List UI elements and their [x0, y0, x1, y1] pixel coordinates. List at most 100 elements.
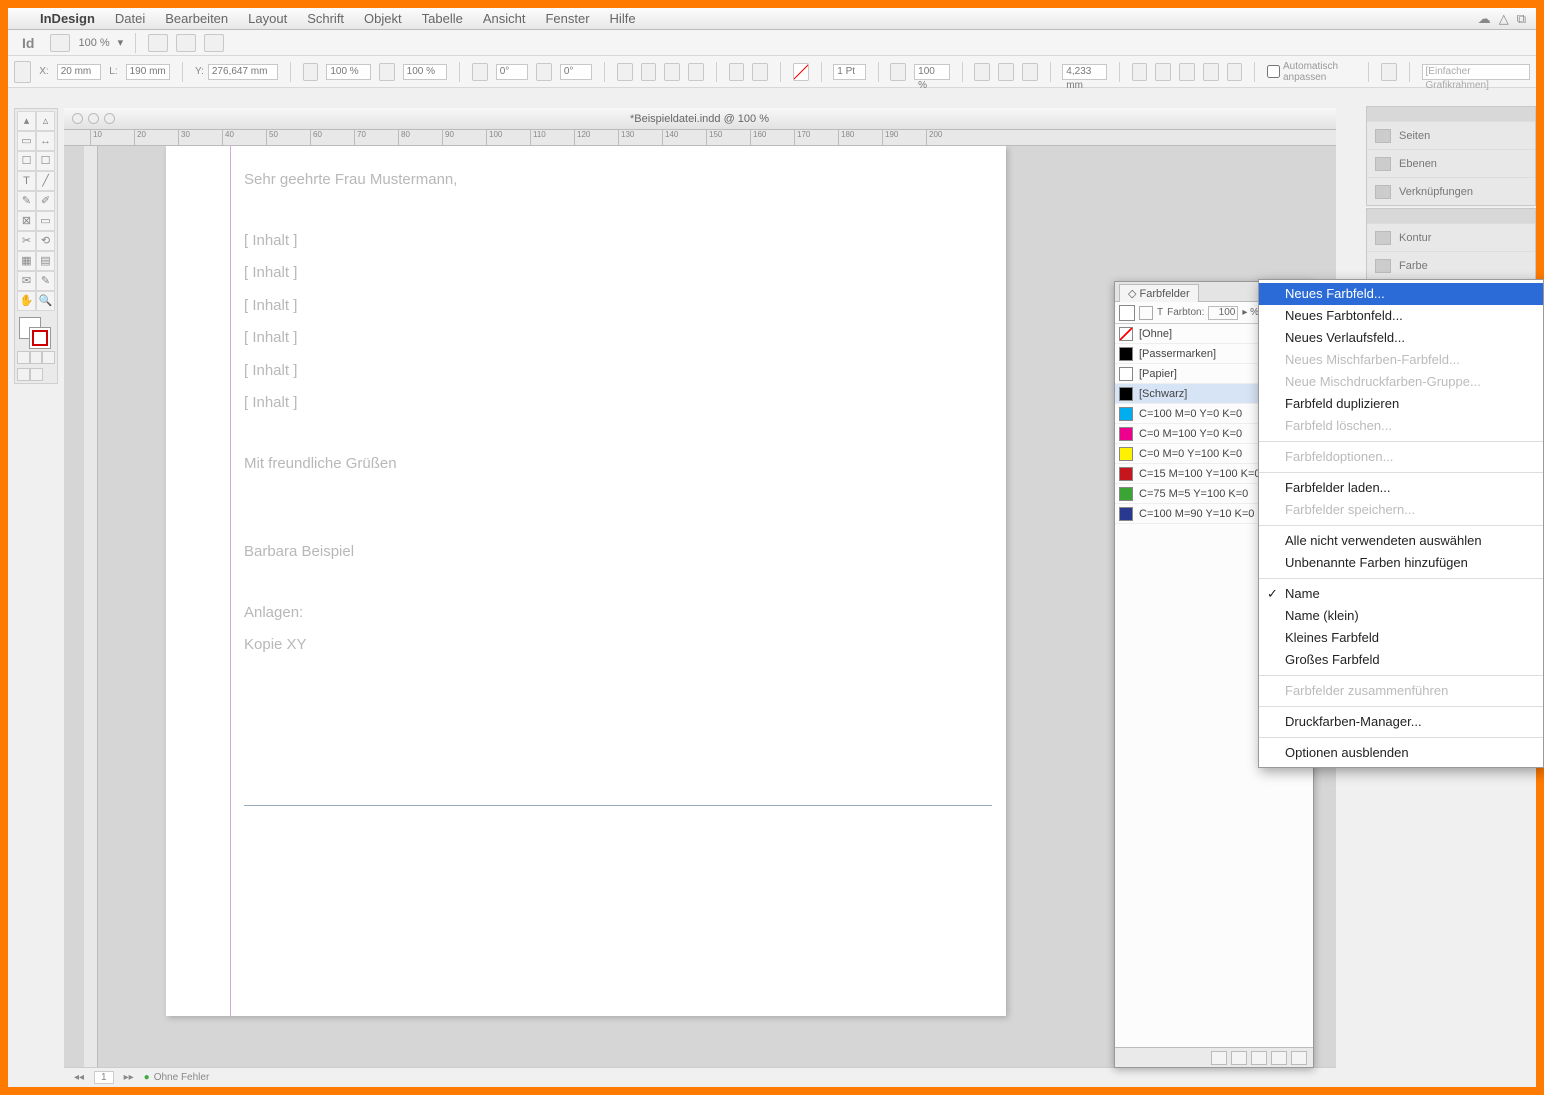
window-zoom-button[interactable] — [104, 113, 115, 124]
object-format-icon[interactable] — [1139, 306, 1153, 320]
menu-ansicht[interactable]: Ansicht — [473, 11, 536, 26]
window-close-button[interactable] — [72, 113, 83, 124]
normal-mode-button[interactable] — [17, 368, 30, 381]
delete-swatch-button[interactable] — [1291, 1051, 1307, 1065]
selection-tool[interactable]: ▴ — [17, 111, 36, 131]
apply-color-button[interactable] — [17, 351, 30, 364]
effects-button[interactable] — [890, 63, 906, 81]
text-format-icon[interactable]: T — [1157, 307, 1163, 318]
auto-fit-checkbox[interactable]: Automatisch anpassen — [1267, 61, 1356, 83]
flip-h-button[interactable] — [664, 63, 680, 81]
wrap-none-button[interactable] — [974, 63, 990, 81]
tray-sync-icon[interactable]: △ — [1499, 11, 1509, 27]
show-all-swatches-button[interactable] — [1211, 1051, 1227, 1065]
shear-field[interactable]: 0° — [560, 64, 592, 80]
menu-item[interactable]: Neues Verlaufsfeld... — [1259, 327, 1543, 349]
page[interactable]: Sehr geehrte Frau Mustermann, [ Inhalt ]… — [166, 146, 1006, 1016]
page-number-field[interactable]: 1 — [94, 1071, 114, 1084]
new-swatch-button[interactable] — [1271, 1051, 1287, 1065]
screen-mode-button[interactable] — [176, 34, 196, 52]
x-field[interactable]: 20 mm — [57, 64, 102, 80]
show-color-swatches-button[interactable] — [1231, 1051, 1247, 1065]
show-gradient-swatches-button[interactable] — [1251, 1051, 1267, 1065]
menu-item[interactable]: Großes Farbfeld — [1259, 649, 1543, 671]
app-name-menu[interactable]: InDesign — [30, 11, 105, 26]
preview-mode-button[interactable] — [30, 368, 43, 381]
menu-tabelle[interactable]: Tabelle — [412, 11, 473, 26]
menu-item[interactable]: Farbfelder laden... — [1259, 477, 1543, 499]
menu-schrift[interactable]: Schrift — [297, 11, 354, 26]
stroke-weight-field[interactable]: 1 Pt — [833, 64, 865, 80]
scissors-tool[interactable]: ✂ — [17, 231, 36, 251]
bridge-button[interactable] — [50, 34, 70, 52]
rotate-field[interactable]: 0° — [496, 64, 528, 80]
menu-datei[interactable]: Datei — [105, 11, 155, 26]
gap-field[interactable]: 4,233 mm — [1062, 64, 1107, 80]
pencil-tool[interactable]: ✐ — [36, 191, 55, 211]
menu-layout[interactable]: Layout — [238, 11, 297, 26]
fit-content-button[interactable] — [1132, 63, 1148, 81]
window-minimize-button[interactable] — [88, 113, 99, 124]
panel-verknuepfungen[interactable]: Verknüpfungen — [1367, 177, 1535, 205]
flip-v-button[interactable] — [688, 63, 704, 81]
object-style-field[interactable]: [Einfacher Grafikrahmen] — [1422, 64, 1531, 80]
menu-fenster[interactable]: Fenster — [535, 11, 599, 26]
zoom-tool[interactable]: 🔍 — [36, 291, 55, 311]
type-tool[interactable]: T — [17, 171, 36, 191]
rotate-ccw-button[interactable] — [641, 63, 657, 81]
transform-tool[interactable]: ⟲ — [36, 231, 55, 251]
menu-item[interactable]: Druckfarben-Manager... — [1259, 711, 1543, 733]
tint-field[interactable]: 100 — [1208, 306, 1238, 320]
y-field[interactable]: 276,647 mm — [208, 64, 278, 80]
line-tool[interactable]: ╱ — [36, 171, 55, 191]
apply-none-button[interactable] — [42, 351, 55, 364]
hand-tool[interactable]: ✋ — [17, 291, 36, 311]
wrap-bbox-button[interactable] — [998, 63, 1014, 81]
pen-tool[interactable]: ✎ — [17, 191, 36, 211]
menu-item[interactable]: Neues Farbfeld... — [1259, 283, 1543, 305]
menu-bearbeiten[interactable]: Bearbeiten — [155, 11, 238, 26]
fit-frame-button[interactable] — [1155, 63, 1171, 81]
rectangle-frame-tool[interactable]: ⊠ — [17, 211, 36, 231]
menu-item[interactable]: Name — [1259, 583, 1543, 605]
note-tool[interactable]: ✉ — [17, 271, 36, 291]
tray-dropbox-icon[interactable]: ⧉ — [1517, 11, 1526, 27]
horizontal-ruler[interactable]: 1020304050607080901001101201301401501601… — [64, 130, 1336, 146]
zoom-field[interactable]: 100 % — [78, 37, 109, 49]
fill-stroke-toggle[interactable] — [1119, 305, 1135, 321]
menu-item[interactable]: Kleines Farbfeld — [1259, 627, 1543, 649]
fill-prop-button[interactable] — [1203, 63, 1219, 81]
w-field[interactable]: 190 mm — [126, 64, 171, 80]
menu-item[interactable]: Unbenannte Farben hinzufügen — [1259, 552, 1543, 574]
arrange-button[interactable] — [204, 34, 224, 52]
menu-item[interactable]: Alle nicht verwendeten auswählen — [1259, 530, 1543, 552]
swatches-tab[interactable]: ◇ Farbfelder — [1119, 284, 1199, 302]
opacity-field[interactable]: 100 % — [914, 64, 949, 80]
gap-tool[interactable]: ↔ — [36, 131, 55, 151]
fill-swatch[interactable] — [793, 63, 809, 81]
content-select-button[interactable] — [752, 63, 768, 81]
page-tool[interactable]: ▭ — [17, 131, 36, 151]
fill-stroke-swap[interactable] — [17, 315, 55, 349]
menu-item[interactable]: Farbfeld duplizieren — [1259, 393, 1543, 415]
direct-selection-tool[interactable]: ▵ — [36, 111, 55, 131]
rotate-cw-button[interactable] — [617, 63, 633, 81]
panel-seiten[interactable]: Seiten — [1367, 121, 1535, 149]
menu-item[interactable]: Neues Farbtonfeld... — [1259, 305, 1543, 327]
panel-kontur[interactable]: Kontur — [1367, 223, 1535, 251]
apply-gradient-button[interactable] — [30, 351, 43, 364]
view-options-button[interactable] — [148, 34, 168, 52]
menu-objekt[interactable]: Objekt — [354, 11, 412, 26]
menu-hilfe[interactable]: Hilfe — [600, 11, 646, 26]
content-collector-tool[interactable]: ☐ — [17, 151, 36, 171]
ref-point-widget[interactable] — [14, 61, 31, 83]
fit-prop-button[interactable] — [1179, 63, 1195, 81]
preflight-status[interactable]: Ohne Fehler — [144, 1072, 210, 1083]
panel-farbe[interactable]: Farbe — [1367, 251, 1535, 279]
rectangle-tool[interactable]: ▭ — [36, 211, 55, 231]
gradient-swatch-tool[interactable]: ▦ — [17, 251, 36, 271]
scale-x-field[interactable]: 100 % — [326, 64, 371, 80]
vertical-ruler[interactable] — [84, 146, 98, 1067]
center-content-button[interactable] — [1227, 63, 1243, 81]
corner-options-button[interactable] — [1381, 63, 1397, 81]
